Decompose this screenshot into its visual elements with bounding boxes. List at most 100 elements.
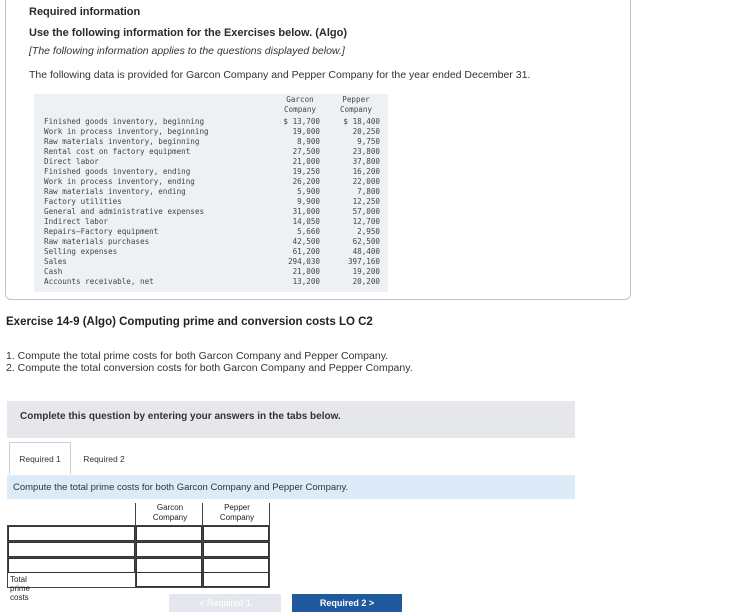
garcon-value: 27,500 xyxy=(292,147,320,156)
row-3-label-input[interactable] xyxy=(8,558,135,573)
grid-line xyxy=(269,503,270,587)
row-label: Raw materials purchases xyxy=(44,237,150,246)
header-pepper: Pepper Company xyxy=(339,95,372,114)
question-2: 2. Compute the total conversion costs fo… xyxy=(6,362,413,374)
data-row: Work in process inventory, ending 26,200 2… xyxy=(34,177,388,187)
garcon-value: 61,200 xyxy=(292,247,320,256)
garcon-row-2-input[interactable] xyxy=(136,542,202,557)
row-label: Indirect labor xyxy=(44,217,109,226)
data-row: Factory utilities 9,900 12,250 xyxy=(34,197,388,207)
garcon-value: $ 13,700 xyxy=(283,117,320,126)
garcon-value: 31,000 xyxy=(292,207,320,216)
tab-required-1[interactable]: Required 1 xyxy=(9,442,71,474)
garcon-value: 8,900 xyxy=(297,137,320,146)
data-row: Accounts receivable, net 13,200 20,200 xyxy=(34,277,388,287)
garcon-row-1-input[interactable] xyxy=(136,526,202,541)
answer-col-garcon: Garcon Company xyxy=(152,503,188,522)
row-label: Raw materials inventory, ending xyxy=(44,187,186,196)
pepper-value: 20,250 xyxy=(352,127,380,136)
garcon-value: 14,050 xyxy=(292,217,320,226)
data-row: Raw materials inventory, ending 5,900 7,80… xyxy=(34,187,388,197)
pepper-value: 19,200 xyxy=(352,267,380,276)
tab-instruction-bar: Compute the total prime costs for both G… xyxy=(7,475,575,499)
data-row: Work in process inventory, beginning 19,0… xyxy=(34,127,388,137)
data-row: Direct labor 21,000 37,800 xyxy=(34,157,388,167)
row-label: General and administrative expenses xyxy=(44,207,205,216)
pepper-value: 57,000 xyxy=(352,207,380,216)
data-row: Repairs—Factory equipment 5,660 2,950 xyxy=(34,227,388,237)
pepper-value: 12,250 xyxy=(352,197,380,206)
pepper-value: 22,000 xyxy=(352,177,380,186)
pepper-value: 16,200 xyxy=(352,167,380,176)
row-label: Work in process inventory, ending xyxy=(44,177,195,186)
row-label: Selling expenses xyxy=(44,247,118,256)
garcon-value: 21,000 xyxy=(292,157,320,166)
data-row: Raw materials inventory, beginning 8,900 9… xyxy=(34,137,388,147)
prev-required-1-button[interactable]: < Required 1 xyxy=(169,594,281,612)
garcon-value: 19,000 xyxy=(292,127,320,136)
row-label: Finished goods inventory, beginning xyxy=(44,117,205,126)
pepper-row-1-input[interactable] xyxy=(203,526,269,541)
data-row: Finished goods inventory, ending 19,250 16… xyxy=(34,167,388,177)
garcon-value: 19,250 xyxy=(292,167,320,176)
data-row: Finished goods inventory, beginning $ 13,… xyxy=(34,117,388,127)
pepper-value: 62,500 xyxy=(352,237,380,246)
row-label: Work in process inventory, beginning xyxy=(44,127,209,136)
row-label: Factory utilities xyxy=(44,197,122,206)
garcon-value: 294,030 xyxy=(287,257,320,266)
garcon-value: 42,500 xyxy=(292,237,320,246)
data-row: Indirect labor 14,050 12,700 xyxy=(34,217,388,227)
garcon-value: 5,660 xyxy=(297,227,320,236)
row-label: Raw materials inventory, beginning xyxy=(44,137,200,146)
row-1-label-input[interactable] xyxy=(8,526,135,541)
row-label: Sales xyxy=(44,257,67,266)
next-required-2-button[interactable]: Required 2 > xyxy=(292,594,402,612)
company-data-table: Garcon Company Pepper Company Finished g… xyxy=(34,94,388,292)
question-1: 1. Compute the total prime costs for bot… xyxy=(6,350,389,362)
instructions-text: Complete this question by entering your … xyxy=(20,411,341,422)
pepper-total-input[interactable] xyxy=(203,572,269,587)
pepper-value: 2,950 xyxy=(357,227,380,236)
data-row: Sales 294,030 397,160 xyxy=(34,257,388,267)
data-row: Raw materials purchases 42,500 62,500 xyxy=(34,237,388,247)
data-row: Selling expenses 61,200 48,400 xyxy=(34,247,388,257)
answer-col-pepper: Pepper Company xyxy=(219,503,255,522)
pepper-value: 37,800 xyxy=(352,157,380,166)
garcon-value: 21,000 xyxy=(292,267,320,276)
row-label: Repairs—Factory equipment xyxy=(44,227,159,236)
garcon-row-3-input[interactable] xyxy=(136,558,202,573)
pepper-value: 9,750 xyxy=(357,137,380,146)
row-label: Finished goods inventory, ending xyxy=(44,167,191,176)
garcon-value: 26,200 xyxy=(292,177,320,186)
info-note: [The following information applies to th… xyxy=(29,45,345,57)
pepper-row-2-input[interactable] xyxy=(203,542,269,557)
row-label: Accounts receivable, net xyxy=(44,277,154,286)
garcon-value: 13,200 xyxy=(292,277,320,286)
garcon-total-input[interactable] xyxy=(136,572,202,587)
data-row: Rental cost on factory equipment 27,500 23… xyxy=(34,147,388,157)
pepper-value: 7,800 xyxy=(357,187,380,196)
tab-instruction: Compute the total prime costs for both G… xyxy=(13,482,349,493)
pepper-value: $ 18,400 xyxy=(343,117,380,126)
data-row: General and administrative expenses 31,00… xyxy=(34,207,388,217)
info-title: Required information xyxy=(29,6,141,18)
pepper-value: 48,400 xyxy=(352,247,380,256)
row-2-label-input[interactable] xyxy=(8,542,135,557)
exercise-title: Exercise 14-9 (Algo) Computing prime and… xyxy=(6,316,373,328)
tab-required-2[interactable]: Required 2 xyxy=(74,442,134,474)
pepper-value: 20,200 xyxy=(352,277,380,286)
instructions-banner: Complete this question by entering your … xyxy=(7,401,575,438)
info-subtitle: Use the following information for the Ex… xyxy=(29,27,348,39)
pepper-value: 397,160 xyxy=(347,257,380,266)
total-prime-costs-label: Total prime costs xyxy=(10,575,31,602)
garcon-value: 9,900 xyxy=(297,197,320,206)
garcon-value: 5,900 xyxy=(297,187,320,196)
row-label: Cash xyxy=(44,267,63,276)
pepper-row-3-input[interactable] xyxy=(203,558,269,573)
row-label: Rental cost on factory equipment xyxy=(44,147,191,156)
row-label: Direct labor xyxy=(44,157,99,166)
data-row: Cash 21,000 19,200 xyxy=(34,267,388,277)
info-intro: The following data is provided for Garco… xyxy=(29,69,531,81)
pepper-value: 23,800 xyxy=(352,147,380,156)
header-garcon: Garcon Company xyxy=(283,95,316,114)
